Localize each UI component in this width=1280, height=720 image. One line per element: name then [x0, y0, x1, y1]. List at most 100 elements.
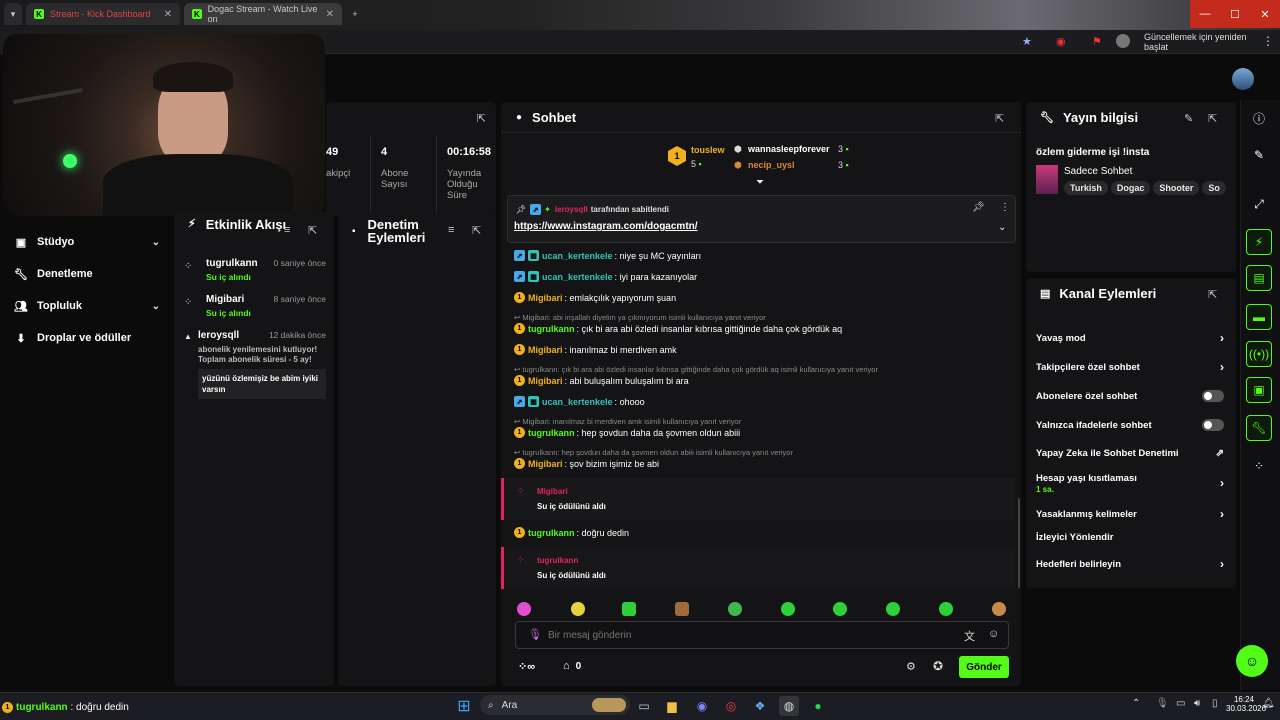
update-button[interactable]: Güncellemek için yeniden başlat — [1136, 32, 1280, 52]
popout-icon[interactable]: ⇱ — [308, 224, 317, 237]
popout-icon[interactable]: ⇱ — [1208, 112, 1217, 125]
emoji-icon[interactable]: ☺ — [988, 628, 999, 640]
leader-name[interactable]: wannasleepforever — [748, 144, 830, 154]
profile-icon[interactable] — [1116, 34, 1130, 48]
settings-icon[interactable]: ⚙ — [906, 660, 916, 673]
emote-only-toggle[interactable] — [1202, 419, 1224, 431]
tag[interactable]: Dogac — [1110, 181, 1151, 195]
chat-username[interactable]: tugrulkann — [528, 428, 575, 438]
stream-category[interactable]: Sadece Sohbet — [1064, 166, 1132, 177]
help-button[interactable]: ☺ — [1236, 645, 1268, 677]
popout-icon[interactable]: ⇱ — [1208, 288, 1217, 301]
chat-username[interactable]: ucan_kertenkele — [542, 272, 613, 282]
chat-username[interactable]: Migibari — [528, 459, 563, 469]
send-button[interactable]: Gönder — [959, 656, 1009, 678]
maximize-icon[interactable]: ☐ — [1220, 0, 1250, 28]
reward-user[interactable]: tugrulkann — [537, 556, 606, 565]
extension-icon[interactable]: ◉ — [1056, 35, 1066, 48]
ai-moderation-item[interactable]: Yapay Zeka ile Sohbet Denetimi ⇗ — [1036, 448, 1224, 459]
task-view-icon[interactable]: ▭ — [634, 696, 654, 716]
filter-icon[interactable]: ≡ — [448, 224, 454, 236]
chat-username[interactable]: Migibari — [528, 293, 563, 303]
app-icon[interactable]: ❖ — [750, 696, 770, 716]
minimize-icon[interactable]: — — [1190, 0, 1220, 28]
pinned-by[interactable]: leroysqll — [555, 205, 588, 214]
popout-icon[interactable]: ⇱ — [477, 112, 486, 125]
bolt-icon[interactable]: ⚡︎ — [1246, 229, 1272, 255]
sidebar-item-studio[interactable]: ▣ Stüdyo ⌄ — [14, 232, 160, 252]
chat-username[interactable]: ucan_kertenkele — [542, 251, 613, 261]
chat-scrollbar[interactable] — [1018, 498, 1020, 588]
spotify-icon[interactable]: ● — [808, 696, 828, 716]
emote-icon[interactable] — [571, 602, 585, 616]
chat-username[interactable]: Migibari — [528, 376, 563, 386]
network-icon[interactable]: ▭ — [1176, 698, 1185, 709]
mod-tools-icon[interactable]: ✪ — [933, 659, 943, 673]
volume-icon[interactable]: 🔊︎ — [1194, 698, 1200, 709]
mic-icon[interactable]: 🎙︎ — [528, 628, 542, 641]
chevron-down-icon[interactable]: ⌄ — [998, 222, 1006, 233]
broadcast-icon[interactable]: ((•)) — [1246, 341, 1272, 367]
chrome-icon[interactable]: ◎ — [721, 696, 741, 716]
close-icon[interactable]: ✕ — [164, 9, 172, 20]
tag[interactable]: Turkish — [1064, 181, 1108, 195]
dots-icon[interactable]: ⁘ — [1246, 453, 1272, 479]
store-points[interactable]: ⌂ 0 — [563, 660, 581, 672]
emote-icon[interactable] — [622, 602, 636, 616]
layout-icon[interactable]: ▣ — [1246, 377, 1272, 403]
more-menu-icon[interactable]: ⋮ — [1262, 34, 1274, 48]
chat-username[interactable]: tugrulkann — [528, 528, 575, 538]
emote-icon[interactable] — [833, 602, 847, 616]
tray-chevron-icon[interactable]: ⌃ — [1132, 698, 1140, 709]
unpin-icon[interactable]: 📌︎ — [972, 202, 985, 213]
emote-icon[interactable] — [886, 602, 900, 616]
emote-icon[interactable] — [781, 602, 795, 616]
tag[interactable]: So — [1202, 181, 1226, 195]
leader-name[interactable]: touslew — [691, 145, 725, 155]
sidebar-item-drops[interactable]: ⬇ Droplar ve ödüller — [14, 328, 160, 348]
chat-username[interactable]: ucan_kertenkele — [542, 397, 613, 407]
tab-stream[interactable]: K Dogac Stream - Watch Live on ✕ — [184, 3, 342, 25]
reward-user[interactable]: Migibari — [537, 487, 606, 496]
extension-icon[interactable]: ⚑ — [1092, 35, 1102, 48]
chat-input-box[interactable]: 🎙︎ 文 ☺ — [515, 621, 1009, 649]
windows-start-icon[interactable]: ⊞ — [454, 696, 474, 716]
translate-icon[interactable]: 文 — [964, 628, 975, 644]
host-item[interactable]: İzleyici Yönlendir — [1036, 532, 1224, 543]
notification-icon[interactable]: 🔔︎ — [1262, 698, 1275, 709]
chat-username[interactable]: Migibari — [528, 345, 563, 355]
emote-icon[interactable] — [517, 602, 531, 616]
popout-icon[interactable]: ⇱ — [995, 112, 1004, 125]
avatar[interactable] — [1232, 68, 1254, 90]
document-icon[interactable]: ▤ — [1246, 265, 1272, 291]
goals-item[interactable]: Hedefleri belirleyin › — [1036, 557, 1224, 571]
banned-words-item[interactable]: Yasaklanmış kelimeler › — [1036, 507, 1224, 521]
pencil-icon[interactable]: ✎ — [1246, 142, 1272, 168]
slow-mode-item[interactable]: Yavaş mod › — [1036, 331, 1224, 345]
mic-tray-icon[interactable]: 🎙︎ — [1156, 698, 1169, 709]
emote-icon[interactable] — [992, 602, 1006, 616]
taskbar-search[interactable]: ⌕ Ara — [480, 695, 630, 715]
emote-icon[interactable] — [939, 602, 953, 616]
chat-username[interactable]: tugrulkann — [528, 324, 575, 334]
discord-icon[interactable]: ◉ — [692, 696, 712, 716]
chat-input[interactable] — [548, 627, 928, 643]
pinned-link[interactable]: https://www.instagram.com/dogacmtn/ — [514, 221, 698, 232]
edit-icon[interactable]: ✎ — [1184, 112, 1193, 125]
leader-name[interactable]: necip_uysl — [748, 160, 795, 170]
clock[interactable]: 16:24 30.03.2026 — [1226, 695, 1266, 713]
obs-icon[interactable]: ◍ — [779, 696, 799, 716]
account-age-item[interactable]: Hesap yaşı kısıtlaması 1 sa. › — [1036, 473, 1224, 495]
close-icon[interactable]: ✕ — [326, 9, 334, 20]
chat-icon[interactable]: ▬ — [1246, 304, 1272, 330]
wrench-icon[interactable]: 🔧︎ — [1246, 415, 1272, 441]
tab-menu-icon[interactable]: ▾ — [4, 3, 22, 25]
points-icon[interactable]: ⁘∞ — [518, 660, 535, 673]
tab-dashboard[interactable]: K Stream - Kick Dashboard ✕ — [26, 3, 180, 25]
sidebar-item-moderation[interactable]: 🔧︎ Denetleme — [14, 264, 160, 284]
popout-icon[interactable]: ⇱ — [472, 224, 481, 237]
filter-icon[interactable]: ≡ — [284, 224, 290, 236]
expand-leaderboard-icon[interactable]: ⏷ — [756, 177, 764, 188]
info-icon[interactable]: ⓘ — [1246, 105, 1272, 131]
followers-only-item[interactable]: Takipçilere özel sohbet › — [1036, 360, 1224, 374]
